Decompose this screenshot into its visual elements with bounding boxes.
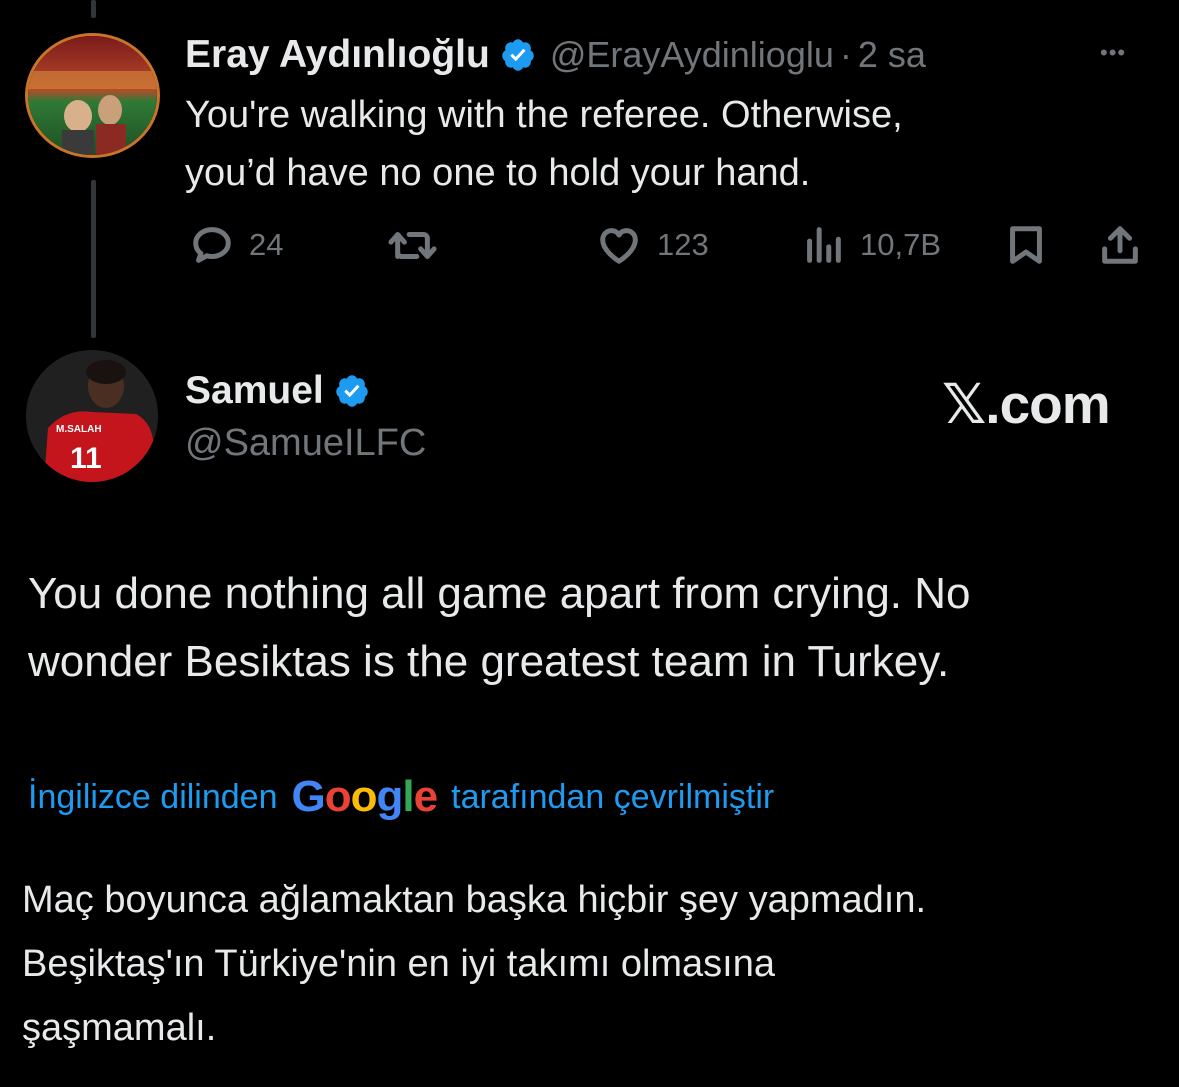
google-wordmark: Google (291, 772, 439, 821)
view-count: 10,7B (860, 227, 942, 262)
verified-badge-icon (335, 375, 368, 407)
retweet-button[interactable] (385, 222, 441, 268)
retweet-icon (388, 231, 437, 259)
quoted-author-name[interactable]: Samuel (185, 369, 324, 413)
share-icon (1102, 226, 1138, 264)
quoted-text: You done nothing all game apart from cry… (28, 560, 971, 696)
translated-text-line-1: Maç boyunca ağlamaktan başka hiçbir şey … (22, 879, 927, 921)
google-letter: o (350, 772, 378, 821)
quoted-handle[interactable]: @SamueILFC (185, 422, 426, 465)
jersey-number-text: 11 (70, 442, 102, 475)
samuel-avatar[interactable]: M.SALAH 11 (26, 350, 158, 482)
reply-text: You're walking with the referee. Otherwi… (185, 86, 903, 202)
more-options-button[interactable]: ••• (1100, 40, 1126, 66)
bookmark-icon (1010, 226, 1042, 264)
views-icon (807, 227, 841, 263)
quoted-text-line-2: wonder Besiktas is the greatest team in … (28, 637, 950, 686)
quoted-text-line-1: You done nothing all game apart from cry… (28, 569, 971, 618)
translated-text-line-3: şaşmamalı. (22, 1007, 217, 1049)
reply-button[interactable]: 24 (189, 222, 283, 268)
google-letter: l (402, 772, 414, 821)
thread-line-top (91, 0, 96, 18)
jersey-name-text: M.SALAH (56, 424, 102, 435)
reply-count: 24 (249, 227, 284, 262)
reply-author-name[interactable]: Eray Aydınlıoğlu (185, 33, 490, 77)
bookmark-button[interactable] (1003, 222, 1049, 268)
translated-text-line-2: Beşiktaş'ın Türkiye'nin en iyi takımı ol… (22, 943, 776, 985)
reply-handle[interactable]: @ErayAydinlioglu (550, 34, 834, 76)
reply-text-line-2: you’d have no one to hold your hand. (185, 152, 811, 194)
like-count: 123 (657, 227, 709, 262)
views-button[interactable]: 10,7B (800, 222, 941, 268)
google-letter: G (291, 772, 326, 821)
reply-text-line-1: You're walking with the referee. Otherwi… (185, 94, 903, 136)
reply-time[interactable]: 2 sa (858, 34, 926, 76)
translated-text: Maç boyunca ağlamaktan başka hiçbir şey … (22, 868, 926, 1060)
action-bar: 24 123 10,7B (185, 222, 1150, 274)
share-button[interactable] (1097, 222, 1143, 268)
quoted-header: Samuel (185, 366, 370, 416)
translation-suffix: tarafından çevrilmiştir (451, 777, 775, 816)
verified-badge-icon (502, 39, 534, 71)
google-letter: g (376, 772, 404, 821)
reply-separator: · (839, 34, 852, 75)
samuel-avatar-photo: M.SALAH 11 (26, 350, 158, 482)
reply-icon (193, 227, 231, 263)
reply-header: Eray Aydınlıoğlu @ErayAydinlioglu · 2 sa (185, 30, 926, 80)
eray-avatar-photo (28, 36, 157, 155)
translation-attribution[interactable]: İngilizce dilinden Google tarafından çev… (28, 772, 774, 822)
google-logo: Google (291, 772, 439, 822)
eray-avatar[interactable] (25, 33, 160, 158)
translation-prefix: İngilizce dilinden (28, 777, 278, 816)
like-icon (600, 228, 638, 264)
thread-line-bottom (91, 180, 96, 338)
x-com-logo: 𝕏.com (942, 373, 1111, 435)
google-letter: e (413, 772, 439, 821)
google-letter: o (324, 772, 352, 821)
like-button[interactable]: 123 (595, 222, 709, 268)
